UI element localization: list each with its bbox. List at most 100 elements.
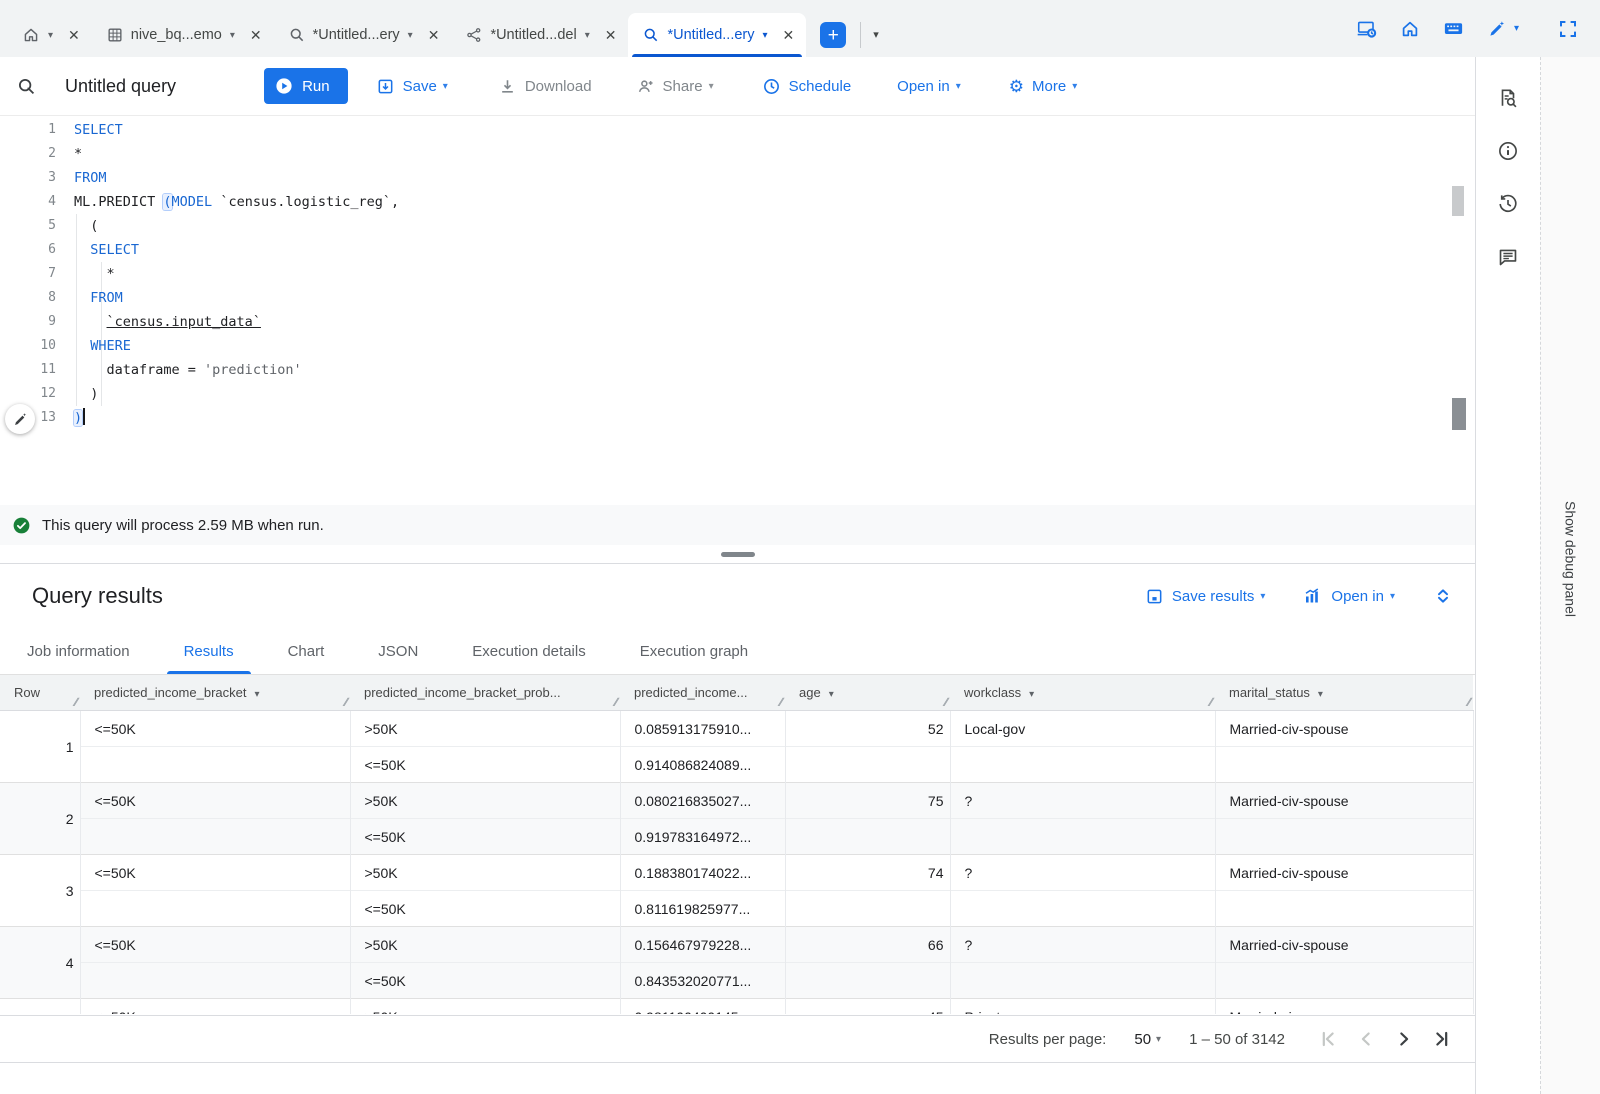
cell: Married-civ-spouse bbox=[1215, 855, 1473, 891]
open-in-button[interactable]: Open in▾ bbox=[897, 78, 961, 95]
cell bbox=[950, 747, 1215, 783]
tab-label: *Untitled...ery bbox=[313, 27, 400, 43]
save-button[interactable]: Save▾ bbox=[376, 77, 448, 96]
editor-tab[interactable]: *Untitled...del ▾ ✕ bbox=[451, 13, 628, 57]
new-tab-button[interactable]: + bbox=[820, 22, 846, 48]
panel-drag-handle[interactable] bbox=[721, 552, 755, 557]
keyboard-icon[interactable] bbox=[1443, 18, 1464, 39]
sql-code[interactable]: SELECT*FROMML.PREDICT (MODEL `census.log… bbox=[74, 118, 1445, 430]
table-row-secondary: <=50K0.843532020771... bbox=[0, 963, 1473, 999]
cell: 66 bbox=[785, 927, 950, 963]
per-page-select[interactable]: 50 ▾ bbox=[1134, 1031, 1161, 1048]
share-caret-icon: ▾ bbox=[709, 81, 714, 92]
column-header[interactable]: predicted_income...∕∕ bbox=[620, 675, 785, 711]
editor-tab-active[interactable]: *Untitled...ery▾✕ bbox=[628, 13, 806, 57]
cell: 0.914086824089... bbox=[620, 747, 785, 783]
valid-check-icon bbox=[12, 516, 31, 535]
column-header[interactable]: Row∕∕ bbox=[0, 675, 80, 711]
editor-scroll-marker[interactable] bbox=[1452, 398, 1466, 430]
history-icon[interactable] bbox=[1497, 193, 1519, 215]
column-caret-icon[interactable]: ▾ bbox=[1318, 689, 1323, 700]
tab-caret-icon[interactable]: ▾ bbox=[585, 30, 590, 41]
save-results-caret-icon: ▾ bbox=[1260, 591, 1265, 602]
cell bbox=[80, 963, 350, 999]
table-row-secondary: <=50K0.811619825977... bbox=[0, 891, 1473, 927]
cell bbox=[1215, 819, 1473, 855]
query-icon bbox=[288, 26, 306, 44]
tab-caret-icon[interactable]: ▾ bbox=[48, 30, 53, 41]
results-tab-job-information[interactable]: Job information bbox=[0, 628, 157, 674]
magic-pen-caret-icon[interactable]: ▾ bbox=[1514, 23, 1519, 34]
home-icon[interactable] bbox=[1400, 19, 1420, 39]
tab-caret-icon[interactable]: ▾ bbox=[230, 30, 235, 41]
cell: 74 bbox=[785, 855, 950, 891]
code-line: FROM bbox=[74, 286, 1445, 310]
column-header[interactable]: marital_status▾∕∕ bbox=[1215, 675, 1473, 711]
editor-tab[interactable]: nive_bq...emo▾✕ bbox=[92, 13, 274, 57]
code-line: `census.input_data` bbox=[74, 310, 1445, 334]
cell: <=50K bbox=[80, 999, 350, 1015]
pagination-bar: Results per page: 50 ▾ 1 – 50 of 3142 bbox=[0, 1015, 1475, 1063]
results-open-in-button[interactable]: Open in▾ bbox=[1303, 586, 1395, 606]
cell: 1 bbox=[0, 711, 80, 783]
cell bbox=[950, 891, 1215, 927]
debug-panel-strip[interactable]: Show debug panel bbox=[1540, 57, 1600, 1094]
code-line: ML.PREDICT (MODEL `census.logistic_reg`, bbox=[74, 190, 1445, 214]
tab-close-icon[interactable]: ✕ bbox=[426, 27, 442, 44]
tab-close-icon[interactable]: ✕ bbox=[603, 27, 619, 44]
save-results-button[interactable]: Save results▾ bbox=[1145, 587, 1266, 606]
search-doc-icon[interactable] bbox=[1497, 87, 1519, 109]
results-tab-chart[interactable]: Chart bbox=[261, 628, 352, 674]
results-table: Row∕∕predicted_income_bracket▾∕∕predicte… bbox=[0, 675, 1474, 1014]
cloud-shell-icon[interactable] bbox=[1356, 18, 1377, 39]
tab-label: *Untitled...del bbox=[490, 27, 576, 43]
expand-collapse-icon[interactable] bbox=[1433, 586, 1453, 606]
info-icon[interactable] bbox=[1497, 140, 1519, 162]
sql-editor[interactable]: 12345678910111213 SELECT*FROMML.PREDICT … bbox=[0, 116, 1475, 505]
fullscreen-icon[interactable] bbox=[1558, 19, 1578, 39]
more-button[interactable]: ⚙ More▾ bbox=[1009, 78, 1077, 95]
column-header[interactable]: workclass▾∕∕ bbox=[950, 675, 1215, 711]
tab-caret-icon[interactable]: ▾ bbox=[408, 30, 413, 41]
column-resize-handle[interactable]: ∕∕ bbox=[1469, 695, 1473, 709]
results-tab-json[interactable]: JSON bbox=[351, 628, 445, 674]
tab-close-icon[interactable]: ✕ bbox=[248, 27, 264, 44]
tab-list-caret-icon[interactable]: ▾ bbox=[873, 28, 879, 41]
cell: <=50K bbox=[350, 891, 620, 927]
editor-scrollbar-thumb[interactable] bbox=[1452, 186, 1464, 216]
column-caret-icon[interactable]: ▾ bbox=[829, 689, 834, 700]
results-tab-execution-details[interactable]: Execution details bbox=[445, 628, 612, 674]
results-tab-execution-graph[interactable]: Execution graph bbox=[613, 628, 775, 674]
editor-tab[interactable]: ▾✕ bbox=[8, 13, 92, 57]
tab-caret-icon[interactable]: ▾ bbox=[763, 30, 768, 41]
results-tab-results[interactable]: Results bbox=[157, 628, 261, 674]
home-icon bbox=[22, 26, 40, 44]
show-debug-panel-label[interactable]: Show debug panel bbox=[1563, 501, 1579, 617]
table-row-secondary: <=50K0.919783164972... bbox=[0, 819, 1473, 855]
cell: 45 bbox=[785, 999, 950, 1015]
run-button[interactable]: Run bbox=[264, 68, 348, 104]
last-page-icon[interactable] bbox=[1431, 1028, 1453, 1050]
cell bbox=[80, 819, 350, 855]
schedule-button[interactable]: Schedule bbox=[762, 77, 852, 96]
tab-close-icon[interactable]: ✕ bbox=[66, 27, 82, 44]
column-header[interactable]: predicted_income_bracket▾∕∕ bbox=[80, 675, 350, 711]
gemini-assist-button[interactable] bbox=[5, 404, 35, 434]
tab-close-icon[interactable]: ✕ bbox=[781, 27, 797, 44]
save-caret-icon: ▾ bbox=[443, 81, 448, 92]
cell: 0.981100400145... bbox=[620, 999, 785, 1015]
results-header: Query results Save results▾ Open in▾ bbox=[0, 564, 1475, 628]
feedback-icon[interactable] bbox=[1497, 246, 1519, 268]
editor-tab[interactable]: *Untitled...ery ▾ ✕ bbox=[274, 13, 452, 57]
cell: ? bbox=[950, 783, 1215, 819]
column-header[interactable]: age▾∕∕ bbox=[785, 675, 950, 711]
column-caret-icon[interactable]: ▾ bbox=[1029, 689, 1034, 700]
query-toolbar: Untitled query Run Save▾ Download Share▾… bbox=[0, 57, 1475, 116]
magic-pen-icon[interactable] bbox=[1487, 19, 1507, 39]
per-page-label: Results per page: bbox=[989, 1031, 1107, 1048]
column-header[interactable]: predicted_income_bracket_prob...∕∕ bbox=[350, 675, 620, 711]
column-caret-icon[interactable]: ▾ bbox=[254, 689, 259, 700]
cell: ? bbox=[950, 855, 1215, 891]
cell bbox=[1215, 891, 1473, 927]
next-page-icon[interactable] bbox=[1393, 1028, 1415, 1050]
